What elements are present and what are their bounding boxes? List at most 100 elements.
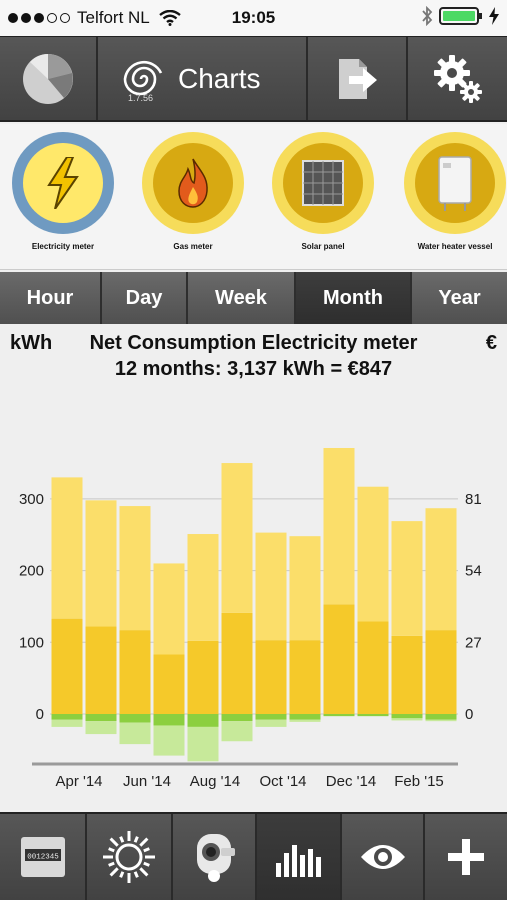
y-tick-right: 27: [465, 634, 482, 651]
pie-chart-button[interactable]: [0, 37, 98, 120]
tab-year[interactable]: Year: [412, 272, 507, 324]
meter-display-text: 0012345: [27, 854, 59, 862]
gear-icon: [433, 54, 482, 103]
bar-segment: [289, 714, 321, 720]
bar-segment: [357, 714, 389, 717]
bar-segment: [323, 447, 355, 605]
meter-label: Electricity meter: [31, 242, 95, 251]
bar-segment: [51, 477, 83, 619]
add-button[interactable]: [425, 814, 507, 900]
eye-icon: [360, 845, 405, 869]
bar-segment: [221, 463, 253, 613]
bar-segment: [391, 635, 423, 714]
export-button[interactable]: [308, 37, 408, 120]
bar-segment: [119, 630, 151, 714]
bar-segment: [153, 714, 185, 726]
meter-ring: [12, 132, 114, 234]
meter-label: Gas meter: [173, 242, 213, 251]
bar-segment: [425, 719, 457, 722]
top-toolbar: Charts 1.7.56: [0, 36, 507, 122]
bar-segment: [255, 640, 287, 714]
y-tick-left: 100: [19, 634, 44, 651]
chart-subtitle: 12 months: 3,137 kWh = €847: [114, 358, 393, 380]
y-tick-left: 300: [19, 491, 44, 508]
bar-segment: [85, 626, 117, 714]
bar-segment: [255, 532, 287, 641]
meter-reading-button[interactable]: 0012345: [0, 814, 87, 900]
app-title-button[interactable]: Charts 1.7.56: [98, 37, 308, 120]
unit-left: kWh: [10, 332, 53, 354]
chart-title: Net Consumption Electricity meter: [89, 332, 418, 354]
bar-segment: [119, 714, 151, 723]
x-tick-label: Feb '15: [394, 773, 444, 790]
bar-segment: [391, 521, 423, 636]
status-right: [421, 6, 499, 26]
flame-icon: [178, 158, 208, 208]
bar-segment: [391, 718, 423, 721]
tab-week[interactable]: Week: [188, 272, 296, 324]
sun-button[interactable]: [87, 814, 173, 900]
bar-segment: [187, 534, 219, 641]
bar-segment: [51, 714, 83, 720]
bluetooth-icon: [422, 6, 433, 26]
sun-icon: [103, 831, 155, 883]
y-tick-right: 81: [465, 491, 482, 508]
battery-icon: [439, 7, 482, 25]
lightning-icon: [47, 157, 79, 209]
bar-segment: [85, 714, 117, 722]
y-tick-left: 200: [19, 563, 44, 580]
bar-segment: [153, 654, 185, 714]
bar-segment: [425, 714, 457, 720]
app-title: Charts: [178, 62, 261, 94]
meter-selector: Electricity meter Gas meter Solar panel …: [0, 124, 507, 270]
y-tick-left: 0: [36, 706, 44, 723]
status-bar: Telfort NL 19:05: [0, 0, 507, 36]
charging-icon: [489, 7, 499, 25]
bar-segment: [289, 719, 321, 722]
smart-plug-icon: [197, 834, 235, 882]
bar-segment: [255, 714, 287, 720]
x-tick-label: Aug '14: [190, 773, 240, 790]
tab-month[interactable]: Month: [296, 272, 412, 324]
tab-hour[interactable]: Hour: [0, 272, 102, 324]
charts-tab-button[interactable]: [257, 814, 342, 900]
bar-segment: [85, 500, 117, 627]
bar-segment: [289, 536, 321, 641]
x-tick-label: Apr '14: [55, 773, 102, 790]
app-version: 1.7.56: [128, 93, 154, 103]
meter-gas[interactable]: Gas meter: [138, 132, 248, 251]
y-tick-right: 0: [465, 706, 473, 723]
bar-segment: [119, 506, 151, 631]
bar-segment: [85, 721, 117, 735]
bar-segment: [425, 508, 457, 631]
export-arrow-icon: [339, 58, 377, 99]
solar-panel-icon: [302, 160, 344, 206]
water-heater-icon: [438, 156, 472, 211]
bar-segment: [221, 612, 253, 714]
meter-water-heater[interactable]: Water heater vessel: [400, 132, 507, 251]
bar-segment: [255, 719, 287, 727]
bar-segment: [391, 714, 423, 719]
meter-label: Water heater vessel: [417, 242, 493, 251]
bar-segment: [357, 621, 389, 714]
bar-segment: [187, 714, 219, 727]
bar-segment: [323, 714, 355, 717]
bar-segment: [221, 714, 253, 722]
tab-day[interactable]: Day: [102, 272, 188, 324]
view-button[interactable]: [342, 814, 425, 900]
bar-segment: [51, 719, 83, 727]
y-tick-right: 54: [465, 563, 482, 580]
bar-segment: [323, 604, 355, 714]
pie-chart-icon: [23, 53, 73, 104]
bar-segment: [221, 721, 253, 742]
settings-button[interactable]: [408, 37, 507, 120]
bar-segment: [119, 722, 151, 745]
meter-display-icon: 0012345: [20, 837, 65, 877]
bar-segment: [187, 640, 219, 714]
smart-plug-button[interactable]: [173, 814, 257, 900]
meter-solar[interactable]: Solar panel: [268, 132, 378, 251]
meter-electricity[interactable]: Electricity meter: [8, 132, 118, 251]
bar-chart-icon: [275, 845, 321, 877]
bar-segment: [289, 640, 321, 714]
bottom-toolbar: 0012345: [0, 812, 507, 900]
